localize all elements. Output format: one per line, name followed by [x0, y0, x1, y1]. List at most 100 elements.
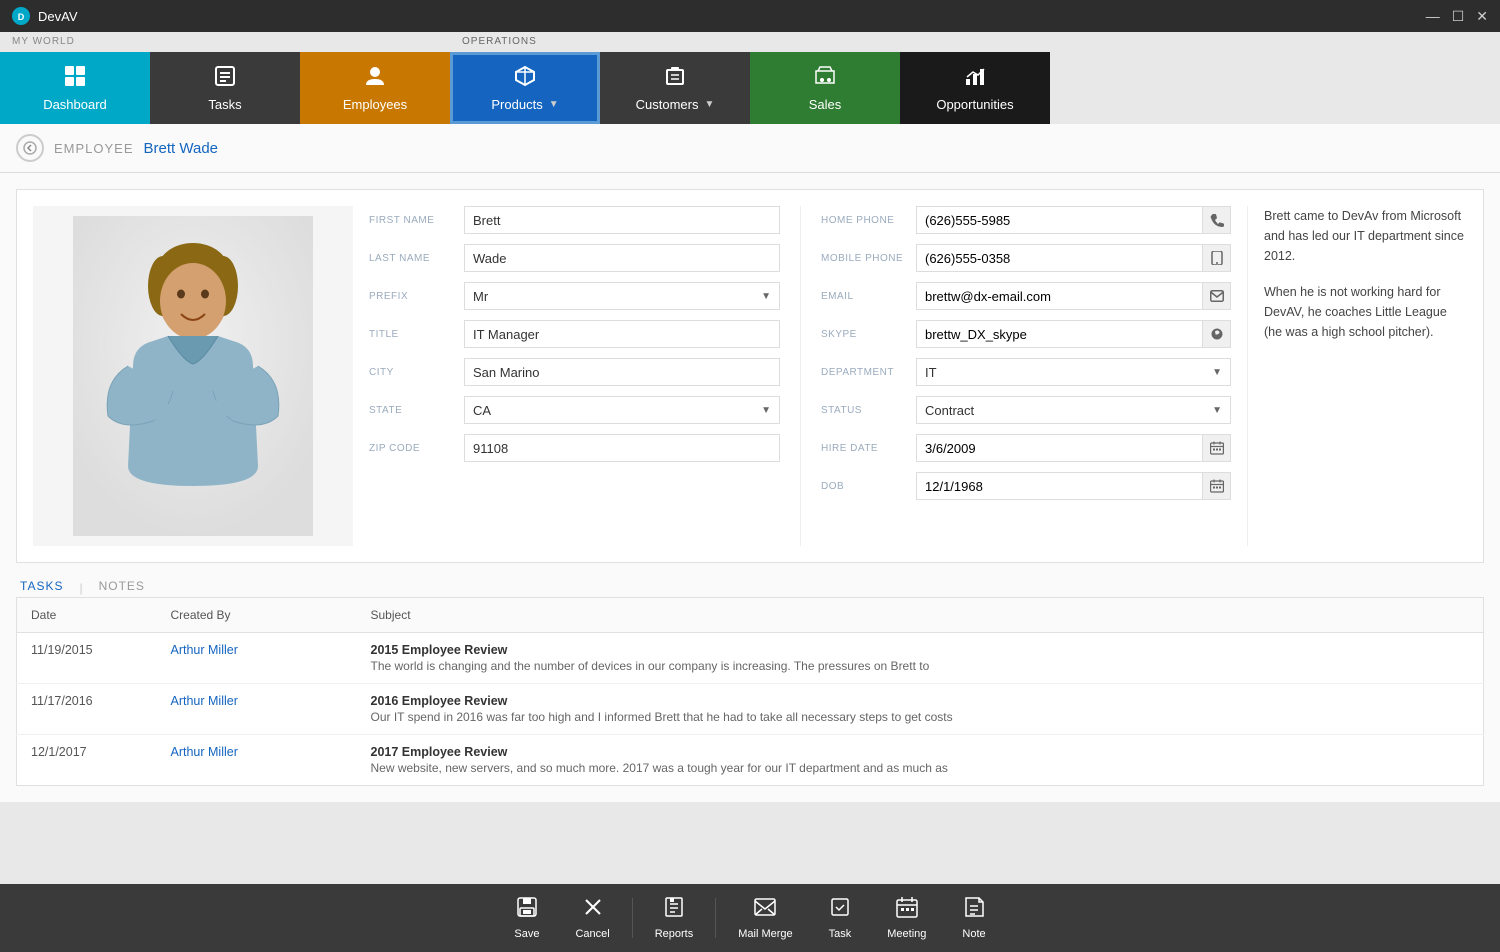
reports-icon [663, 896, 685, 924]
dob-input[interactable] [917, 473, 1202, 499]
home-phone-input[interactable] [917, 207, 1202, 233]
prefix-select[interactable]: Mr ▼ [464, 282, 780, 310]
employee-photo [33, 206, 353, 546]
nav-tab-dashboard[interactable]: Dashboard [0, 52, 150, 124]
nav-tab-opportunities[interactable]: Opportunities [900, 52, 1050, 124]
col-created-by: Created By [157, 598, 357, 633]
sales-icon [814, 65, 836, 93]
mobile-phone-input[interactable] [917, 245, 1202, 271]
minimize-button[interactable]: — [1426, 8, 1440, 25]
row1-subject-body: The world is changing and the number of … [371, 659, 1470, 673]
nav-tab-customers[interactable]: Customers ▼ [600, 52, 750, 124]
department-arrow: ▼ [1212, 367, 1222, 378]
nav-label-spacer-mw: MY WORLD [0, 32, 150, 52]
tasks-tab[interactable]: TASKS [20, 579, 63, 597]
table-row: 11/19/2015 Arthur Miller 2015 Employee R… [17, 633, 1484, 684]
back-button[interactable] [16, 134, 44, 162]
form-right: HOME PHONE MOBILE PHONE [800, 206, 1231, 546]
nav-tab-sales[interactable]: Sales [750, 52, 900, 124]
opportunities-icon [964, 65, 986, 93]
row2-author[interactable]: Arthur Miller [157, 684, 357, 735]
task-icon [829, 896, 851, 924]
city-row: CITY [369, 358, 780, 386]
reports-button[interactable]: Reports [637, 890, 712, 946]
row3-author[interactable]: Arthur Miller [157, 735, 357, 786]
last-name-input[interactable] [464, 244, 780, 272]
opportunities-label: Opportunities [936, 97, 1013, 112]
nav-tabs: Dashboard Tasks Employees [0, 52, 1500, 124]
row3-subject: 2017 Employee Review New website, new se… [357, 735, 1484, 786]
row1-subject-title: 2015 Employee Review [371, 643, 1470, 657]
email-input[interactable] [917, 283, 1202, 309]
status-label: STATUS [821, 405, 916, 416]
dashboard-icon [64, 65, 86, 93]
customers-label: Customers [636, 97, 699, 112]
meeting-label: Meeting [887, 928, 926, 940]
nav-label-spacer-t [150, 32, 300, 52]
col-date: Date [17, 598, 157, 633]
save-icon [516, 896, 538, 924]
title-input[interactable] [464, 320, 780, 348]
email-row: EMAIL [821, 282, 1231, 310]
products-arrow[interactable]: ▼ [549, 99, 559, 110]
sales-label: Sales [809, 97, 842, 112]
reports-label: Reports [655, 928, 694, 940]
dob-calendar-icon[interactable] [1202, 473, 1230, 499]
meeting-button[interactable]: Meeting [869, 890, 944, 946]
zip-input[interactable] [464, 434, 780, 462]
first-name-input[interactable] [464, 206, 780, 234]
content-area: FIRST NAME LAST NAME PREFIX Mr ▼ [0, 173, 1500, 802]
state-value: CA [473, 403, 491, 418]
skype-label: SKYPE [821, 329, 916, 340]
nav-tab-tasks[interactable]: Tasks [150, 52, 300, 124]
tasks-table: Date Created By Subject 11/19/2015 Arthu… [16, 597, 1484, 786]
save-button[interactable]: Save [496, 890, 557, 946]
task-button[interactable]: Task [811, 890, 870, 946]
row1-subject: 2015 Employee Review The world is changi… [357, 633, 1484, 684]
title-label: TITLE [369, 329, 464, 340]
nav-label-spacer-e [300, 32, 450, 52]
breadcrumb-section: EMPLOYEE [54, 141, 134, 156]
footer-divider-2 [715, 898, 716, 938]
main-content: FIRST NAME LAST NAME PREFIX Mr ▼ [0, 173, 1500, 883]
email-icon [1202, 283, 1230, 309]
title-bar-controls[interactable]: — ☐ ✕ [1426, 8, 1488, 25]
form-left: FIRST NAME LAST NAME PREFIX Mr ▼ [369, 206, 800, 546]
mobile-phone-label: MOBILE PHONE [821, 253, 916, 264]
mail-merge-button[interactable]: Mail Merge [720, 890, 810, 946]
customers-icon [664, 65, 686, 93]
calendar-icon[interactable] [1202, 435, 1230, 461]
prefix-label: PREFIX [369, 291, 464, 302]
cancel-icon [582, 896, 604, 924]
status-select[interactable]: Contract ▼ [916, 396, 1231, 424]
hire-date-input[interactable] [917, 435, 1202, 461]
save-label: Save [514, 928, 539, 940]
mobile-icon [1202, 245, 1230, 271]
hire-date-row: HIRE DATE [821, 434, 1231, 462]
nav-tab-products[interactable]: Products ▼ [450, 52, 600, 124]
city-input[interactable] [464, 358, 780, 386]
nav-tab-employees[interactable]: Employees [300, 52, 450, 124]
task-label: Task [829, 928, 852, 940]
customers-arrow[interactable]: ▼ [704, 99, 714, 110]
close-button[interactable]: ✕ [1476, 8, 1488, 25]
prefix-arrow: ▼ [761, 291, 771, 302]
table-row: 11/17/2016 Arthur Miller 2016 Employee R… [17, 684, 1484, 735]
row1-author[interactable]: Arthur Miller [157, 633, 357, 684]
row1-date: 11/19/2015 [17, 633, 157, 684]
title-row: TITLE [369, 320, 780, 348]
bio-text-2: When he is not working hard for DevAV, h… [1264, 282, 1467, 342]
cancel-button[interactable]: Cancel [557, 890, 627, 946]
skype-input[interactable] [917, 321, 1202, 347]
state-label: STATE [369, 405, 464, 416]
notes-tab[interactable]: NOTES [99, 579, 145, 597]
department-select[interactable]: IT ▼ [916, 358, 1231, 386]
first-name-row: FIRST NAME [369, 206, 780, 234]
maximize-button[interactable]: ☐ [1452, 8, 1465, 25]
note-button[interactable]: Note [944, 890, 1003, 946]
cancel-label: Cancel [575, 928, 609, 940]
state-select[interactable]: CA ▼ [464, 396, 780, 424]
app-logo: D [12, 7, 30, 25]
products-icon [514, 65, 536, 93]
svg-text:D: D [18, 12, 25, 22]
